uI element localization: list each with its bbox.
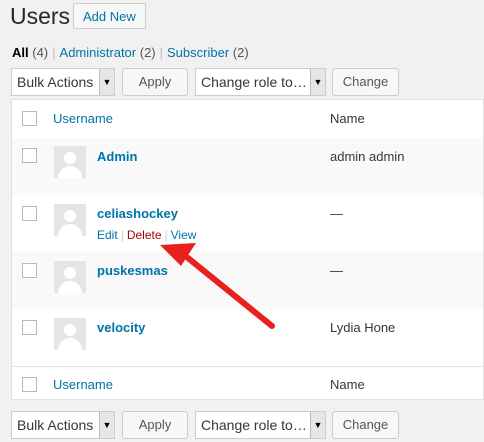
annotation-arrow-icon <box>160 243 275 329</box>
